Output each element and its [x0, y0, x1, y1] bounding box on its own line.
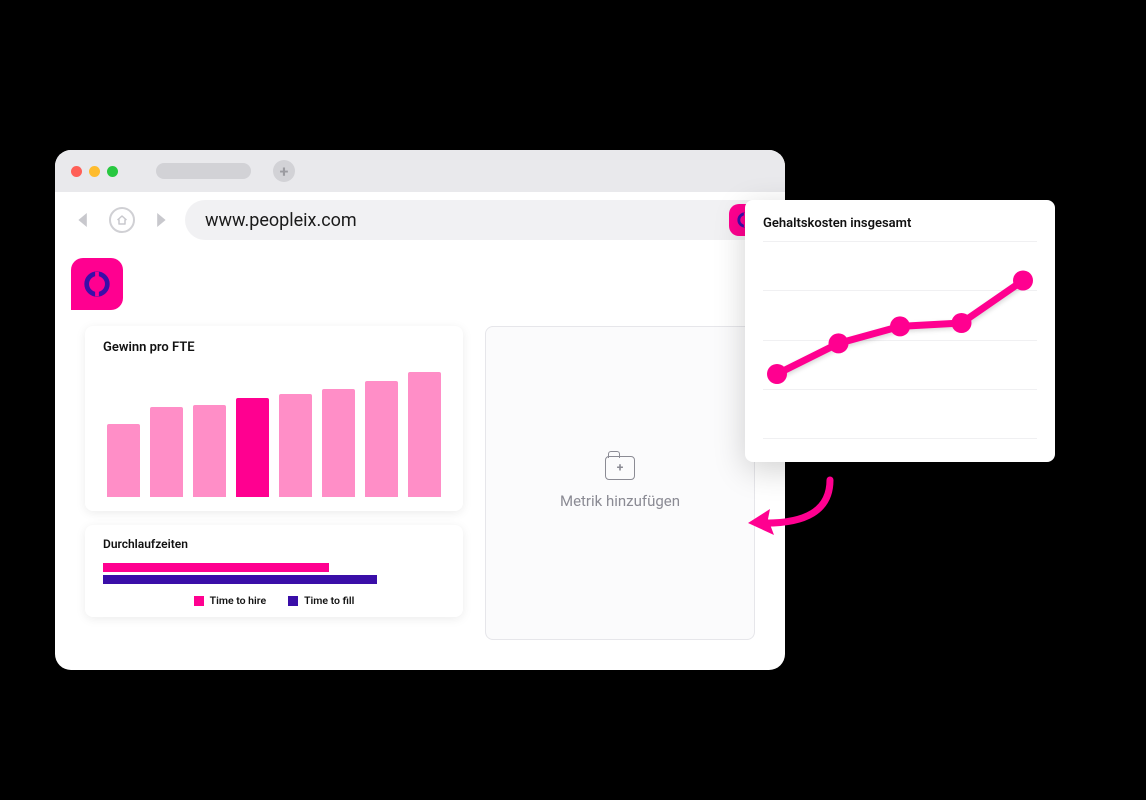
url-text: www.peopleix.com	[205, 210, 357, 231]
card-gewinn-pro-fte[interactable]: Gewinn pro FTE	[85, 326, 463, 511]
bar	[408, 372, 441, 497]
card-title: Gewinn pro FTE	[103, 340, 445, 355]
new-tab-button[interactable]: +	[273, 160, 295, 182]
bar	[107, 424, 140, 497]
horizontal-bar-chart	[103, 559, 445, 584]
card-title: Gehaltskosten insgesamt	[763, 216, 1037, 231]
bar-time-to-hire	[103, 563, 329, 572]
browser-toolbar: www.peopleix.com	[55, 192, 785, 248]
drag-arrow-icon	[740, 475, 840, 545]
bar-time-to-fill	[103, 575, 377, 584]
bar	[365, 381, 398, 497]
bar	[322, 389, 355, 497]
maximize-window-icon[interactable]	[107, 166, 118, 177]
home-button[interactable]	[109, 207, 135, 233]
bar	[150, 407, 183, 497]
card-gehaltskosten[interactable]: Gehaltskosten insgesamt	[745, 200, 1055, 462]
bar-chart	[103, 365, 445, 497]
forward-button[interactable]	[147, 207, 173, 233]
close-window-icon[interactable]	[71, 166, 82, 177]
browser-window: + www.peopleix.com	[55, 150, 785, 670]
swatch-pink-icon	[194, 596, 204, 606]
add-metric-dropzone[interactable]: Metrik hinzufügen	[485, 326, 755, 640]
browser-tab[interactable]	[156, 163, 251, 179]
swatch-purple-icon	[288, 596, 298, 606]
bar	[193, 405, 226, 497]
line-chart-svg	[763, 241, 1037, 439]
address-bar[interactable]: www.peopleix.com	[185, 200, 769, 240]
legend-label: Time to fill	[304, 594, 354, 607]
legend-label: Time to hire	[210, 594, 266, 607]
legend: Time to hire Time to fill	[103, 594, 445, 607]
add-folder-icon	[605, 456, 635, 480]
minimize-window-icon[interactable]	[89, 166, 100, 177]
card-title: Durchlaufzeiten	[103, 537, 445, 551]
bar	[236, 398, 269, 497]
card-durchlaufzeiten[interactable]: Durchlaufzeiten Time to hire Time to fil…	[85, 525, 463, 617]
line-chart	[763, 241, 1037, 439]
bar	[279, 394, 312, 497]
back-button[interactable]	[71, 207, 97, 233]
app-logo	[71, 258, 123, 310]
left-column: Gewinn pro FTE Durchlaufzeiten Time to h…	[85, 326, 463, 640]
browser-chrome: +	[55, 150, 785, 192]
dropzone-label: Metrik hinzufügen	[560, 492, 680, 510]
dashboard-area: Gewinn pro FTE Durchlaufzeiten Time to h…	[85, 326, 755, 640]
traffic-lights	[71, 166, 118, 177]
